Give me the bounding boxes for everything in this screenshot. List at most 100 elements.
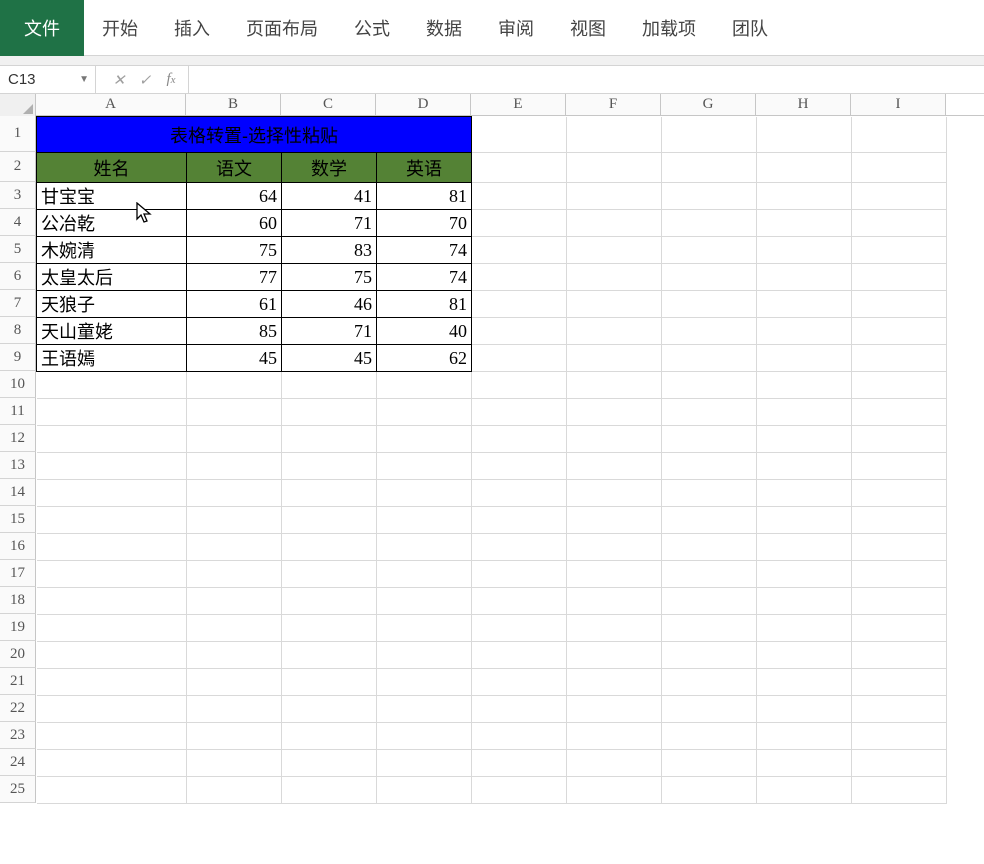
cell[interactable] xyxy=(662,426,757,453)
cell[interactable] xyxy=(662,237,757,264)
cell[interactable] xyxy=(37,534,187,561)
row-header[interactable]: 4 xyxy=(0,209,36,236)
cell[interactable] xyxy=(662,588,757,615)
cell[interactable] xyxy=(377,426,472,453)
row-header[interactable]: 16 xyxy=(0,533,36,560)
row-header[interactable]: 19 xyxy=(0,614,36,641)
cell[interactable] xyxy=(377,615,472,642)
cell[interactable] xyxy=(282,588,377,615)
cell[interactable] xyxy=(757,117,852,153)
table-cell-name[interactable]: 太皇太后 xyxy=(37,264,187,291)
cell[interactable] xyxy=(377,561,472,588)
cell[interactable] xyxy=(567,153,662,183)
cell[interactable] xyxy=(852,561,947,588)
cell[interactable] xyxy=(757,210,852,237)
ribbon-tab-review[interactable]: 审阅 xyxy=(480,0,552,56)
cell[interactable] xyxy=(377,534,472,561)
cell[interactable] xyxy=(282,453,377,480)
cell[interactable] xyxy=(757,615,852,642)
cell[interactable] xyxy=(187,750,282,777)
cell[interactable] xyxy=(37,615,187,642)
table-header-cell[interactable]: 姓名 xyxy=(37,153,187,183)
ribbon-tab-data[interactable]: 数据 xyxy=(408,0,480,56)
row-header[interactable]: 20 xyxy=(0,641,36,668)
cell[interactable] xyxy=(282,669,377,696)
cell[interactable] xyxy=(852,426,947,453)
cell[interactable] xyxy=(187,372,282,399)
table-cell-value[interactable]: 74 xyxy=(377,237,472,264)
cancel-icon[interactable]: ✕ xyxy=(106,71,132,89)
cell[interactable] xyxy=(567,615,662,642)
cell[interactable] xyxy=(757,696,852,723)
cell[interactable] xyxy=(567,210,662,237)
cell[interactable] xyxy=(37,777,187,804)
cell[interactable] xyxy=(472,153,567,183)
cell[interactable] xyxy=(472,291,567,318)
cell[interactable] xyxy=(757,561,852,588)
cell[interactable] xyxy=(757,777,852,804)
row-header[interactable]: 22 xyxy=(0,695,36,722)
cell[interactable] xyxy=(757,183,852,210)
cell[interactable] xyxy=(662,372,757,399)
cell[interactable] xyxy=(852,372,947,399)
cell[interactable] xyxy=(37,507,187,534)
cell[interactable] xyxy=(377,642,472,669)
cell[interactable] xyxy=(567,561,662,588)
cell[interactable] xyxy=(662,264,757,291)
row-header[interactable]: 7 xyxy=(0,290,36,317)
cell[interactable] xyxy=(567,345,662,372)
cell[interactable] xyxy=(852,480,947,507)
row-header[interactable]: 23 xyxy=(0,722,36,749)
cell[interactable] xyxy=(662,669,757,696)
cell[interactable] xyxy=(187,534,282,561)
cell[interactable] xyxy=(567,318,662,345)
cell[interactable] xyxy=(377,507,472,534)
cell[interactable] xyxy=(187,642,282,669)
row-header[interactable]: 8 xyxy=(0,317,36,344)
cell[interactable] xyxy=(852,183,947,210)
cell[interactable] xyxy=(757,153,852,183)
cell[interactable] xyxy=(662,480,757,507)
cell[interactable] xyxy=(187,480,282,507)
cell[interactable] xyxy=(662,561,757,588)
cell[interactable] xyxy=(282,750,377,777)
cell[interactable] xyxy=(37,696,187,723)
cell[interactable] xyxy=(472,777,567,804)
cell[interactable] xyxy=(757,399,852,426)
cell[interactable] xyxy=(662,642,757,669)
cell[interactable] xyxy=(37,453,187,480)
confirm-icon[interactable]: ✓ xyxy=(132,71,158,89)
cell[interactable] xyxy=(472,117,567,153)
cell[interactable] xyxy=(852,507,947,534)
row-header[interactable]: 6 xyxy=(0,263,36,290)
cell[interactable] xyxy=(282,561,377,588)
ribbon-tab-addins[interactable]: 加载项 xyxy=(624,0,714,56)
cell[interactable] xyxy=(567,426,662,453)
row-header[interactable]: 17 xyxy=(0,560,36,587)
cell[interactable] xyxy=(567,507,662,534)
cell[interactable] xyxy=(757,642,852,669)
table-cell-value[interactable]: 75 xyxy=(187,237,282,264)
table-cell-value[interactable]: 45 xyxy=(187,345,282,372)
cell[interactable] xyxy=(472,480,567,507)
cell[interactable] xyxy=(377,696,472,723)
cell[interactable] xyxy=(472,669,567,696)
cell[interactable] xyxy=(187,399,282,426)
cell[interactable] xyxy=(757,345,852,372)
cell[interactable] xyxy=(472,507,567,534)
cell[interactable] xyxy=(852,345,947,372)
column-header[interactable]: F xyxy=(566,94,661,115)
fx-icon[interactable]: fx xyxy=(158,71,184,88)
cell[interactable] xyxy=(472,642,567,669)
table-cell-value[interactable]: 41 xyxy=(282,183,377,210)
row-header[interactable]: 18 xyxy=(0,587,36,614)
ribbon-tab-home[interactable]: 开始 xyxy=(84,0,156,56)
row-header[interactable]: 21 xyxy=(0,668,36,695)
column-header[interactable]: H xyxy=(756,94,851,115)
cell[interactable] xyxy=(662,453,757,480)
table-header-cell[interactable]: 数学 xyxy=(282,153,377,183)
table-header-cell[interactable]: 语文 xyxy=(187,153,282,183)
cell[interactable] xyxy=(757,453,852,480)
ribbon-tab-formulas[interactable]: 公式 xyxy=(336,0,408,56)
cell[interactable] xyxy=(187,588,282,615)
